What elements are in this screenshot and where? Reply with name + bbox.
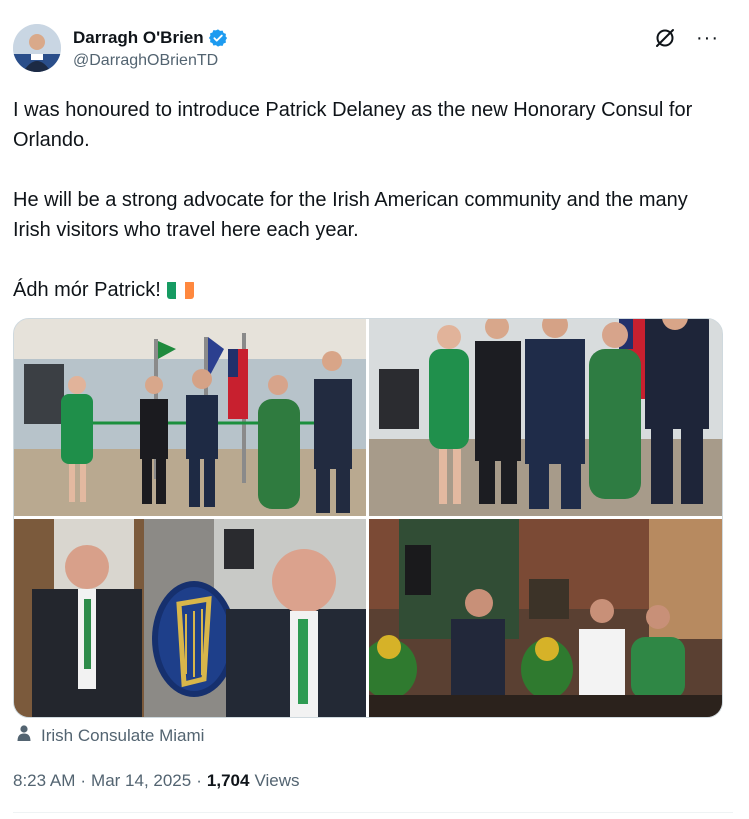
location-label[interactable]: Irish Consulate Miami — [41, 726, 204, 746]
tweet-time[interactable]: 8:23 AM — [13, 771, 75, 791]
views-count: 1,704 — [206, 771, 250, 790]
media-grid — [13, 318, 723, 718]
group-photo[interactable] — [369, 319, 722, 516]
tweet-meta: 8:23 AM · Mar 14, 2025 · 1,704 Views — [13, 771, 300, 791]
location-tag[interactable]: Irish Consulate Miami — [15, 724, 204, 747]
harp-emblem-photo[interactable] — [14, 519, 366, 717]
avatar[interactable] — [13, 24, 61, 72]
divider — [13, 812, 733, 813]
tweet-paragraph: He will be a strong advocate for the Iri… — [13, 189, 688, 241]
user-handle[interactable]: @DarraghOBrienTD — [73, 50, 228, 72]
tweet-paragraph-text: Ádh mór Patrick! — [13, 279, 161, 301]
person-icon — [15, 724, 33, 747]
meta-separator: · — [80, 771, 87, 790]
ribbon-cutting-photo[interactable] — [14, 319, 366, 516]
tweet-text: I was honoured to introduce Patrick Dela… — [13, 95, 718, 305]
tweet-date[interactable]: Mar 14, 2025 — [91, 771, 191, 791]
speech-photo[interactable] — [369, 519, 722, 717]
tweet-header: Darragh O'Brien @DarraghOBrienTD ··· — [13, 24, 735, 76]
display-name[interactable]: Darragh O'Brien — [73, 27, 204, 49]
views-label: Views — [254, 771, 300, 790]
verified-badge-icon — [208, 28, 228, 48]
grok-icon[interactable] — [654, 27, 676, 49]
tweet-paragraph: Ádh mór Patrick! — [13, 275, 718, 305]
ireland-flag-icon — [166, 280, 194, 299]
meta-separator: · — [196, 771, 202, 790]
more-icon[interactable]: ··· — [696, 28, 719, 48]
tweet-paragraph: I was honoured to introduce Patrick Dela… — [13, 99, 693, 151]
